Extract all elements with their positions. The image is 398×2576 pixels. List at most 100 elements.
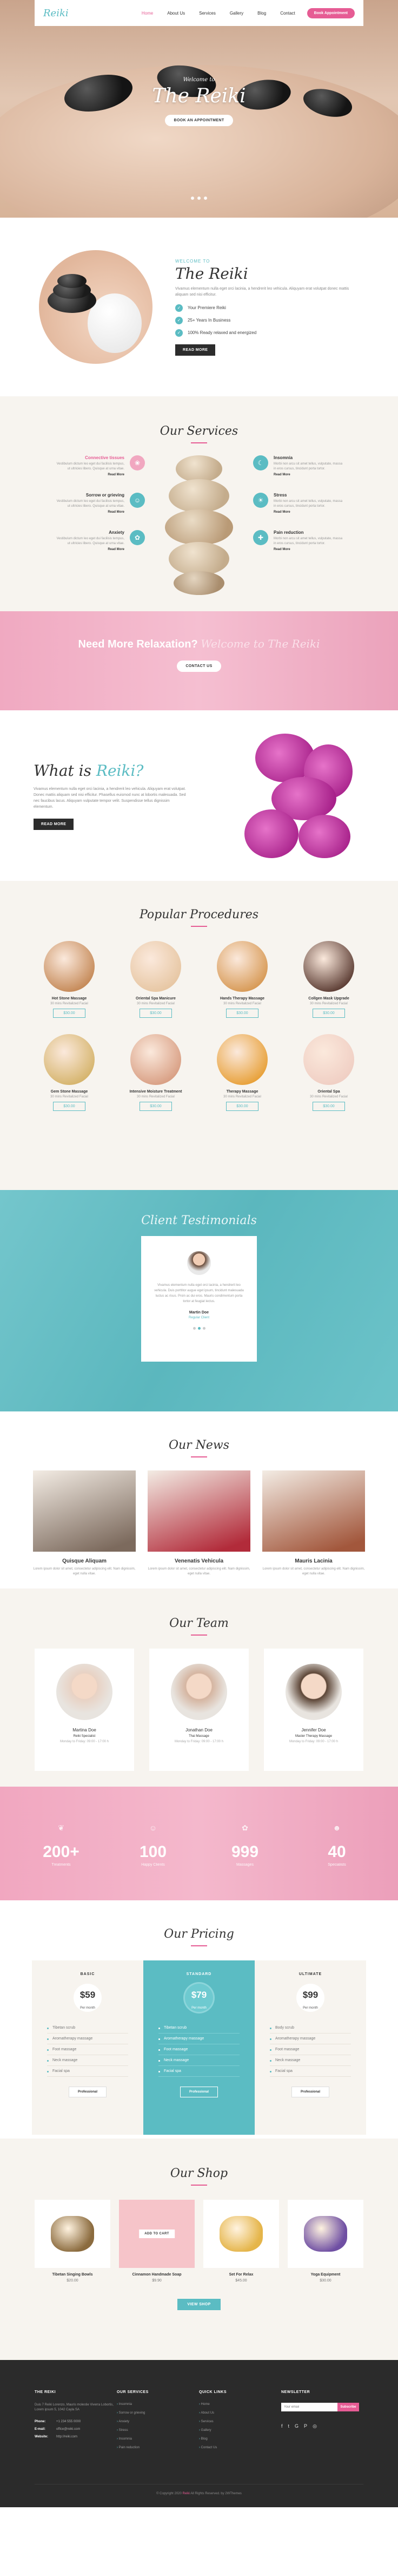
product-image[interactable] xyxy=(35,2200,110,2268)
plan-select-button[interactable]: Professional xyxy=(68,2087,107,2097)
welcome-read-more-button[interactable]: Read More xyxy=(175,344,216,356)
nav-services[interactable]: Services xyxy=(199,11,216,16)
footer-link[interactable]: Sorrow or grieving xyxy=(117,2411,199,2415)
google-icon[interactable]: G xyxy=(295,2423,298,2429)
procedure-name[interactable]: Therapy Massage xyxy=(210,1090,275,1094)
product-name[interactable]: Set For Relax xyxy=(203,2273,279,2277)
procedure-name[interactable]: Intensive Moisture Treatment xyxy=(123,1090,188,1094)
service-name[interactable]: Stress xyxy=(274,493,345,498)
add-to-cart-button[interactable]: Add to cart xyxy=(139,2230,175,2238)
procedure-image[interactable] xyxy=(303,1034,354,1085)
procedure-name[interactable]: Gem Stone Massage xyxy=(37,1090,102,1094)
nav-about[interactable]: About Us xyxy=(167,11,185,16)
slider-dot[interactable] xyxy=(204,197,207,200)
footer-link[interactable]: Home xyxy=(199,2403,281,2406)
product-image[interactable] xyxy=(203,2200,279,2268)
footer-link[interactable]: Insomnia xyxy=(117,2403,199,2406)
product-name[interactable]: Tibetan Singing Bowls xyxy=(35,2273,110,2277)
nav-blog[interactable]: Blog xyxy=(257,11,266,16)
news-image[interactable] xyxy=(148,1470,250,1552)
product-name[interactable]: Cinnamon Handmade Soap xyxy=(119,2273,195,2277)
newsletter-email-input[interactable] xyxy=(281,2403,337,2411)
instagram-icon[interactable]: ◎ xyxy=(313,2423,317,2429)
footer-link[interactable]: Stress xyxy=(117,2429,199,2432)
procedure-price-button[interactable]: $30.00 xyxy=(226,1009,258,1018)
procedure-price-button[interactable]: $30.00 xyxy=(53,1009,85,1018)
subscribe-button[interactable]: Subscribe xyxy=(337,2403,359,2411)
procedure-image[interactable] xyxy=(303,941,354,992)
view-shop-button[interactable]: View Shop xyxy=(177,2299,221,2310)
plan-select-button[interactable]: Professional xyxy=(291,2087,329,2097)
service-name[interactable]: Anxiety xyxy=(53,530,124,535)
news-title[interactable]: Venenatis Vehicula xyxy=(148,1558,250,1564)
procedure-price-button[interactable]: $30.00 xyxy=(140,1102,172,1111)
service-read-more[interactable]: Read More xyxy=(53,473,124,476)
procedure-name[interactable]: Collgen Mask Upgrade xyxy=(296,997,361,1001)
footer-link[interactable]: Pain reduction xyxy=(117,2446,199,2449)
book-appointment-button[interactable]: Book Appointment xyxy=(307,8,355,18)
procedure-price-button[interactable]: $30.00 xyxy=(313,1009,345,1018)
footer-link[interactable]: About Us xyxy=(199,2411,281,2415)
procedure-price-button[interactable]: $30.00 xyxy=(226,1102,258,1111)
service-name[interactable]: Insomnia xyxy=(274,455,345,460)
slider-dot[interactable] xyxy=(197,197,201,200)
plan-select-button[interactable]: Professional xyxy=(180,2087,218,2097)
service-read-more[interactable]: Read More xyxy=(274,473,345,476)
nav-contact[interactable]: Contact xyxy=(280,11,295,16)
footer-link[interactable]: Insomnia xyxy=(117,2437,199,2441)
twitter-icon[interactable]: t xyxy=(288,2423,290,2429)
product-image[interactable]: Add to cart xyxy=(119,2200,195,2268)
procedure-name[interactable]: Hands Therapy Massage xyxy=(210,997,275,1001)
facebook-icon[interactable]: f xyxy=(281,2423,283,2429)
procedure-image[interactable] xyxy=(44,1034,95,1085)
service-read-more[interactable]: Read More xyxy=(274,548,345,551)
service-name[interactable]: Connective tissues xyxy=(53,455,124,460)
procedure-price-button[interactable]: $30.00 xyxy=(53,1102,85,1111)
footer-link[interactable]: Blog xyxy=(199,2437,281,2441)
procedure-image[interactable] xyxy=(217,1034,268,1085)
pinterest-icon[interactable]: P xyxy=(304,2423,307,2429)
service-read-more[interactable]: Read More xyxy=(274,511,345,514)
service-read-more[interactable]: Read More xyxy=(53,548,124,551)
service-name[interactable]: Pain reduction xyxy=(274,530,345,535)
news-image[interactable] xyxy=(262,1470,365,1552)
plan-name: STANDARD xyxy=(186,1972,212,1976)
email-value[interactable]: office@reiki.com xyxy=(56,2428,80,2431)
site-logo[interactable]: Reiki xyxy=(43,8,130,19)
product-price: $30.00 xyxy=(320,2279,331,2283)
product-price: $20.00 xyxy=(67,2279,78,2283)
procedure-image[interactable] xyxy=(130,941,181,992)
procedure-image[interactable] xyxy=(44,941,95,992)
nav-gallery[interactable]: Gallery xyxy=(230,11,243,16)
slider-dot[interactable] xyxy=(193,1327,196,1330)
service-read-more[interactable]: Read More xyxy=(53,511,124,514)
procedure-image[interactable] xyxy=(217,941,268,992)
plan-feature: Aromatherapy massage xyxy=(270,2034,351,2044)
procedure-name[interactable]: Oriental Spa xyxy=(296,1090,361,1094)
procedure-name[interactable]: Oriental Spa Manicure xyxy=(123,997,188,1001)
procedure-price-button[interactable]: $30.00 xyxy=(140,1009,172,1018)
news-title[interactable]: Quisque Aliquam xyxy=(33,1558,136,1564)
product-name[interactable]: Yoga Equipment xyxy=(288,2273,363,2277)
nav-home[interactable]: Home xyxy=(142,11,153,16)
hero-cta-button[interactable]: Book an Appointment xyxy=(165,115,233,126)
copyright-brand[interactable]: Reiki xyxy=(183,2492,190,2495)
slider-dot[interactable] xyxy=(191,197,194,200)
procedure-name[interactable]: Hot Stone Massage xyxy=(37,997,102,1001)
website-value[interactable]: http://reiki.com xyxy=(56,2435,77,2438)
news-title[interactable]: Mauris Lacinia xyxy=(262,1558,365,1564)
footer-link[interactable]: Gallery xyxy=(199,2429,281,2432)
contact-us-button[interactable]: Contact Us xyxy=(177,661,221,672)
slider-dot[interactable] xyxy=(197,1327,201,1330)
footer-link[interactable]: Services xyxy=(199,2420,281,2423)
news-image[interactable] xyxy=(33,1470,136,1552)
procedure-image[interactable] xyxy=(130,1034,181,1085)
what-is-read-more-button[interactable]: Read More xyxy=(34,818,74,830)
procedure-price-button[interactable]: $30.00 xyxy=(313,1102,345,1111)
footer-link[interactable]: Contact Us xyxy=(199,2446,281,2449)
phone-value[interactable]: +1 234 555 0000 xyxy=(56,2420,81,2423)
product-image[interactable] xyxy=(288,2200,363,2268)
service-name[interactable]: Sorrow or grieving xyxy=(53,493,124,498)
slider-dot[interactable] xyxy=(202,1327,205,1330)
footer-link[interactable]: Anxiety xyxy=(117,2420,199,2423)
